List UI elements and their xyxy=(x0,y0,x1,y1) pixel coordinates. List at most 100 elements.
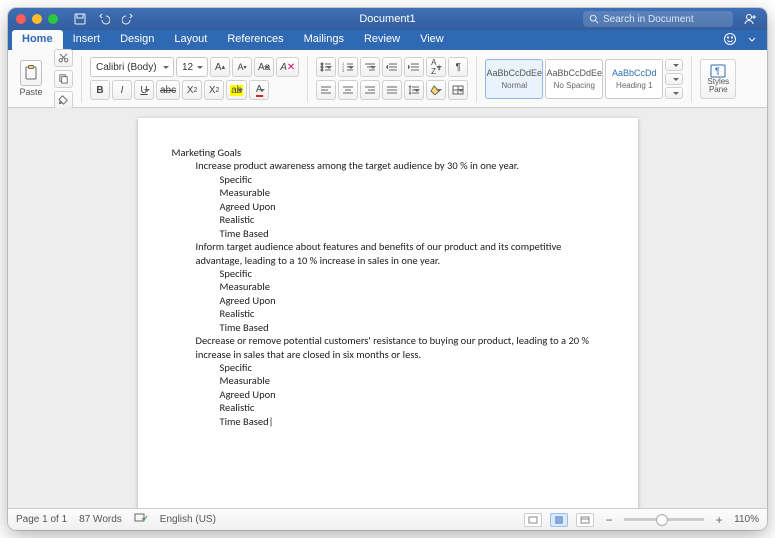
justify-button[interactable] xyxy=(382,80,402,100)
criteria-item: Measurable xyxy=(220,280,608,293)
increase-font-button[interactable]: A▴ xyxy=(210,57,230,77)
style-normal[interactable]: AaBbCcDdEe Normal xyxy=(485,59,543,99)
line-spacing-button[interactable] xyxy=(404,80,424,100)
app-window: Document1 Home Insert Design Layout Refe… xyxy=(8,8,767,530)
tab-mailings[interactable]: Mailings xyxy=(294,30,354,50)
criteria-item: Time Based xyxy=(220,227,608,240)
styles-more[interactable] xyxy=(665,87,683,99)
align-right-button[interactable] xyxy=(360,80,380,100)
decrease-font-button[interactable]: A▾ xyxy=(232,57,252,77)
doc-heading: Marketing Goals xyxy=(172,146,608,159)
document-area[interactable]: Marketing Goals Increase product awarene… xyxy=(8,108,767,508)
tab-design[interactable]: Design xyxy=(110,30,164,50)
borders-button[interactable] xyxy=(448,80,468,100)
status-words[interactable]: 87 Words xyxy=(79,514,122,525)
document-title: Document1 xyxy=(359,13,415,25)
decrease-indent-button[interactable] xyxy=(382,57,402,77)
sort-button[interactable]: AZ↓ xyxy=(426,57,446,77)
criteria-item: Time Based xyxy=(220,415,608,428)
font-name-combo[interactable]: Calibri (Body) xyxy=(90,57,174,77)
cut-button[interactable] xyxy=(54,49,73,67)
bold-button[interactable]: B xyxy=(90,80,110,100)
criteria-item: Agreed Upon xyxy=(220,388,608,401)
style-no-spacing[interactable]: AaBbCcDdEe No Spacing xyxy=(545,59,603,99)
change-case-button[interactable]: Aa xyxy=(254,57,274,77)
spellcheck-icon[interactable] xyxy=(134,512,148,527)
numbering-button[interactable]: 123 xyxy=(338,57,358,77)
svg-text:¶: ¶ xyxy=(715,66,720,76)
styles-pane-label: Styles Pane xyxy=(701,78,735,94)
align-center-button[interactable] xyxy=(338,80,358,100)
criteria-item: Realistic xyxy=(220,401,608,414)
italic-button[interactable]: I xyxy=(112,80,132,100)
styles-scroll-up[interactable] xyxy=(665,59,683,71)
redo-icon[interactable] xyxy=(120,11,136,27)
styles-gallery: AaBbCcDdEe Normal AaBbCcDdEe No Spacing … xyxy=(485,59,683,99)
tab-view[interactable]: View xyxy=(410,30,454,50)
font-size-combo[interactable]: 12 xyxy=(176,57,208,77)
criteria-item: Realistic xyxy=(220,213,608,226)
zoom-window-button[interactable] xyxy=(48,14,58,24)
paste-button[interactable]: Paste xyxy=(14,57,48,101)
criteria-item: Specific xyxy=(220,173,608,186)
superscript-button[interactable]: X2 xyxy=(204,80,224,100)
zoom-in-button[interactable]: + xyxy=(712,513,726,527)
align-left-button[interactable] xyxy=(316,80,336,100)
minimize-window-button[interactable] xyxy=(32,14,42,24)
copy-button[interactable] xyxy=(54,70,73,88)
view-print-button[interactable] xyxy=(550,513,568,527)
goal-text: Decrease or remove potential customers' … xyxy=(196,334,608,361)
close-window-button[interactable] xyxy=(16,14,26,24)
quick-access-toolbar xyxy=(72,11,136,27)
collapse-ribbon-icon[interactable] xyxy=(747,34,757,47)
status-page[interactable]: Page 1 of 1 xyxy=(16,514,67,525)
tab-home[interactable]: Home xyxy=(12,30,63,50)
clear-formatting-button[interactable]: A✕ xyxy=(276,57,299,77)
clipboard-group: Paste xyxy=(14,57,48,101)
titlebar: Document1 xyxy=(8,8,767,30)
criteria-item: Realistic xyxy=(220,307,608,320)
increase-indent-button[interactable] xyxy=(404,57,424,77)
view-web-button[interactable] xyxy=(576,513,594,527)
feedback-icon[interactable] xyxy=(723,32,737,49)
show-marks-button[interactable]: ¶ xyxy=(448,57,468,77)
tab-references[interactable]: References xyxy=(217,30,293,50)
undo-icon[interactable] xyxy=(96,11,112,27)
view-focus-button[interactable] xyxy=(524,513,542,527)
strikethrough-button[interactable]: abc xyxy=(156,80,180,100)
goal-text: Inform target audience about features an… xyxy=(196,240,608,267)
bullets-button[interactable] xyxy=(316,57,336,77)
search-box[interactable] xyxy=(583,11,733,27)
tab-layout[interactable]: Layout xyxy=(164,30,217,50)
ribbon-tabs: Home Insert Design Layout References Mai… xyxy=(8,30,767,50)
style-heading-1[interactable]: AaBbCcDd Heading 1 xyxy=(605,59,663,99)
criteria-item: Agreed Upon xyxy=(220,200,608,213)
document-page[interactable]: Marketing Goals Increase product awarene… xyxy=(138,118,638,508)
save-icon[interactable] xyxy=(72,11,88,27)
zoom-slider[interactable] xyxy=(624,518,704,521)
share-icon[interactable] xyxy=(741,10,759,28)
zoom-level[interactable]: 110% xyxy=(734,514,759,525)
highlight-button[interactable]: ab xyxy=(226,80,247,100)
shading-button[interactable] xyxy=(426,80,446,100)
criteria-item: Measurable xyxy=(220,186,608,199)
goal-text: Increase product awareness among the tar… xyxy=(196,159,608,172)
criteria-item: Agreed Upon xyxy=(220,294,608,307)
ribbon: Paste Calibri (Body) 12 A▴ A▾ Aa A✕ B I … xyxy=(8,50,767,108)
criteria-item: Specific xyxy=(220,267,608,280)
criteria-item: Specific xyxy=(220,361,608,374)
status-language[interactable]: English (US) xyxy=(160,514,216,525)
format-painter-button[interactable] xyxy=(54,91,73,109)
criteria-item: Time Based xyxy=(220,321,608,334)
status-bar: Page 1 of 1 87 Words English (US) − + 11… xyxy=(8,508,767,530)
subscript-button[interactable]: X2 xyxy=(182,80,202,100)
tab-review[interactable]: Review xyxy=(354,30,410,50)
styles-scroll-down[interactable] xyxy=(665,73,683,85)
underline-button[interactable]: U xyxy=(134,80,154,100)
tab-insert[interactable]: Insert xyxy=(63,30,111,50)
font-color-button[interactable]: A xyxy=(249,80,269,100)
search-input[interactable] xyxy=(599,13,727,26)
styles-pane-button[interactable]: ¶ Styles Pane xyxy=(700,59,736,99)
multilevel-list-button[interactable] xyxy=(360,57,380,77)
zoom-out-button[interactable]: − xyxy=(602,513,616,527)
